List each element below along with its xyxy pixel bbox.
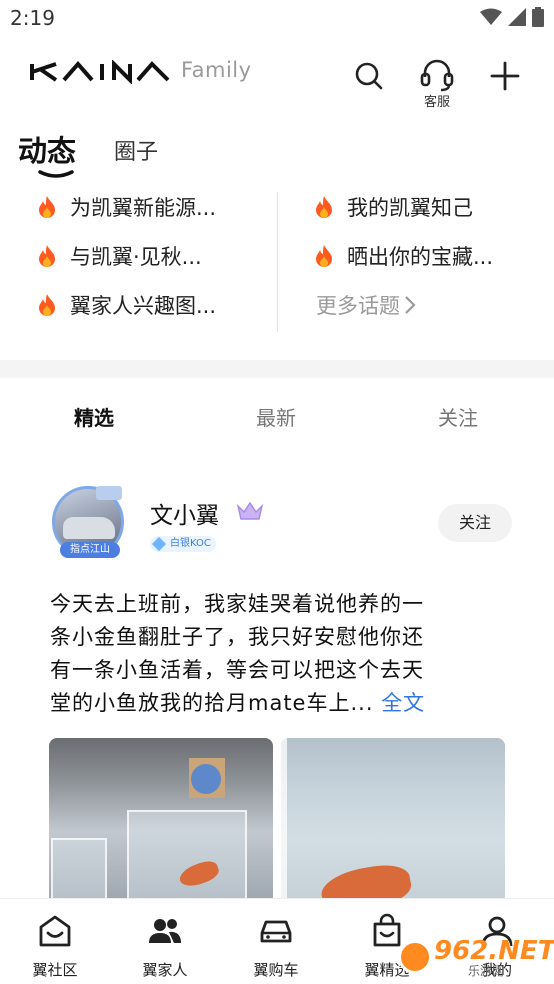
nav-family[interactable]: 翼家人 bbox=[120, 913, 210, 980]
headset-icon bbox=[420, 59, 454, 92]
fulltext-link[interactable]: 全文 bbox=[381, 691, 425, 715]
customer-service-label: 客服 bbox=[423, 95, 450, 110]
crown-icon bbox=[236, 501, 264, 520]
post-text-last-line: 堂的小鱼放我的拾月mate车上... 全文 bbox=[50, 687, 510, 720]
koc-label: 白银KOC bbox=[170, 538, 211, 549]
app-header: Family 客服 bbox=[0, 48, 554, 110]
fire-icon bbox=[39, 196, 55, 218]
post-text-line: 有一条小鱼活着，等会可以把这个去天 bbox=[50, 658, 424, 682]
topic-item[interactable]: 晒出你的宝藏... bbox=[313, 241, 493, 271]
nav-buy-car[interactable]: 翼购车 bbox=[231, 913, 321, 980]
post-text-line: 条小金鱼翻肚子了，我只好安慰他你还 bbox=[50, 625, 424, 649]
topic-label: 为凯翼新能源... bbox=[70, 196, 217, 220]
search-icon bbox=[355, 62, 383, 90]
watermark-subtext: 乐游网 bbox=[468, 964, 505, 978]
post-image[interactable] bbox=[281, 738, 505, 908]
fish-tank-shape bbox=[127, 810, 247, 908]
tab-following[interactable]: 关注 bbox=[438, 402, 478, 431]
avatar-frame-badge bbox=[96, 486, 122, 500]
section-separator bbox=[0, 360, 554, 378]
community-icon bbox=[39, 915, 71, 947]
topic-item[interactable]: 与凯翼·见秋... bbox=[36, 241, 202, 271]
nav-label: 翼家人 bbox=[142, 961, 188, 979]
post-image[interactable] bbox=[49, 738, 273, 908]
topics-divider bbox=[277, 192, 278, 332]
more-topics-link[interactable]: 更多话题 bbox=[316, 290, 416, 320]
wifi-icon bbox=[480, 8, 502, 25]
people-icon bbox=[149, 919, 181, 943]
nav-label: 翼社区 bbox=[32, 961, 78, 979]
hot-topics: 为凯翼新能源... 与凯翼·见秋... 翼家人兴趣图... 我的凯翼知己 晒出你… bbox=[0, 184, 554, 344]
tab-featured[interactable]: 精选 bbox=[74, 402, 114, 431]
avatar-tag: 指点江山 bbox=[60, 542, 120, 558]
post-text-line: 今天去上班前，我家娃哭着说他养的一 bbox=[50, 592, 424, 616]
status-time: 2:19 bbox=[10, 6, 55, 30]
kaiyi-logo bbox=[30, 60, 170, 84]
topic-label: 与凯翼·见秋... bbox=[70, 245, 202, 269]
status-bar: 2:19 bbox=[0, 0, 554, 38]
add-button[interactable] bbox=[485, 56, 525, 96]
nav-label: 翼购车 bbox=[253, 961, 299, 979]
tab-active-indicator bbox=[38, 170, 74, 178]
avatar-car-shape bbox=[63, 517, 115, 539]
status-icons bbox=[480, 7, 544, 27]
diamond-icon bbox=[151, 536, 167, 552]
post-text[interactable]: 今天去上班前，我家娃哭着说他养的一 条小金鱼翻肚子了，我只好安慰他你还 有一条小… bbox=[50, 588, 510, 720]
tab-dynamic[interactable]: 动态 bbox=[18, 128, 76, 170]
tab-latest[interactable]: 最新 bbox=[256, 402, 296, 431]
topic-label: 我的凯翼知己 bbox=[347, 196, 473, 220]
search-button[interactable] bbox=[349, 56, 389, 96]
topic-label: 翼家人兴趣图... bbox=[70, 294, 217, 318]
signal-icon bbox=[508, 8, 526, 26]
chevron-right-icon bbox=[405, 296, 416, 314]
topic-item[interactable]: 为凯翼新能源... bbox=[36, 192, 216, 222]
car-icon bbox=[260, 920, 292, 943]
fire-icon bbox=[39, 245, 55, 267]
fire-icon bbox=[316, 196, 332, 218]
plus-icon bbox=[490, 61, 520, 91]
nav-community[interactable]: 翼社区 bbox=[10, 913, 100, 980]
watermark: 962.NET 乐游网 bbox=[398, 934, 554, 978]
feed-tabs: 精选 最新 关注 bbox=[0, 396, 554, 436]
fire-icon bbox=[39, 294, 55, 316]
watermark-badge-icon bbox=[398, 940, 432, 974]
globe-shape bbox=[191, 764, 221, 794]
customer-service-button[interactable] bbox=[417, 56, 457, 96]
brand-suffix: Family bbox=[181, 58, 252, 82]
battery-icon bbox=[532, 7, 544, 27]
koc-badge: 白银KOC bbox=[150, 536, 216, 552]
tab-circles[interactable]: 圈子 bbox=[114, 134, 158, 166]
top-tabs: 动态 圈子 bbox=[0, 126, 554, 178]
topic-item[interactable]: 翼家人兴趣图... bbox=[36, 290, 216, 320]
post-text-line: 堂的小鱼放我的拾月mate车上... bbox=[50, 691, 382, 715]
fire-icon bbox=[316, 245, 332, 267]
more-topics-label: 更多话题 bbox=[316, 294, 400, 318]
username[interactable]: 文小翼 bbox=[150, 496, 219, 530]
follow-button[interactable]: 关注 bbox=[438, 504, 512, 542]
topic-label: 晒出你的宝藏... bbox=[347, 245, 494, 269]
topic-item[interactable]: 我的凯翼知己 bbox=[313, 192, 473, 222]
